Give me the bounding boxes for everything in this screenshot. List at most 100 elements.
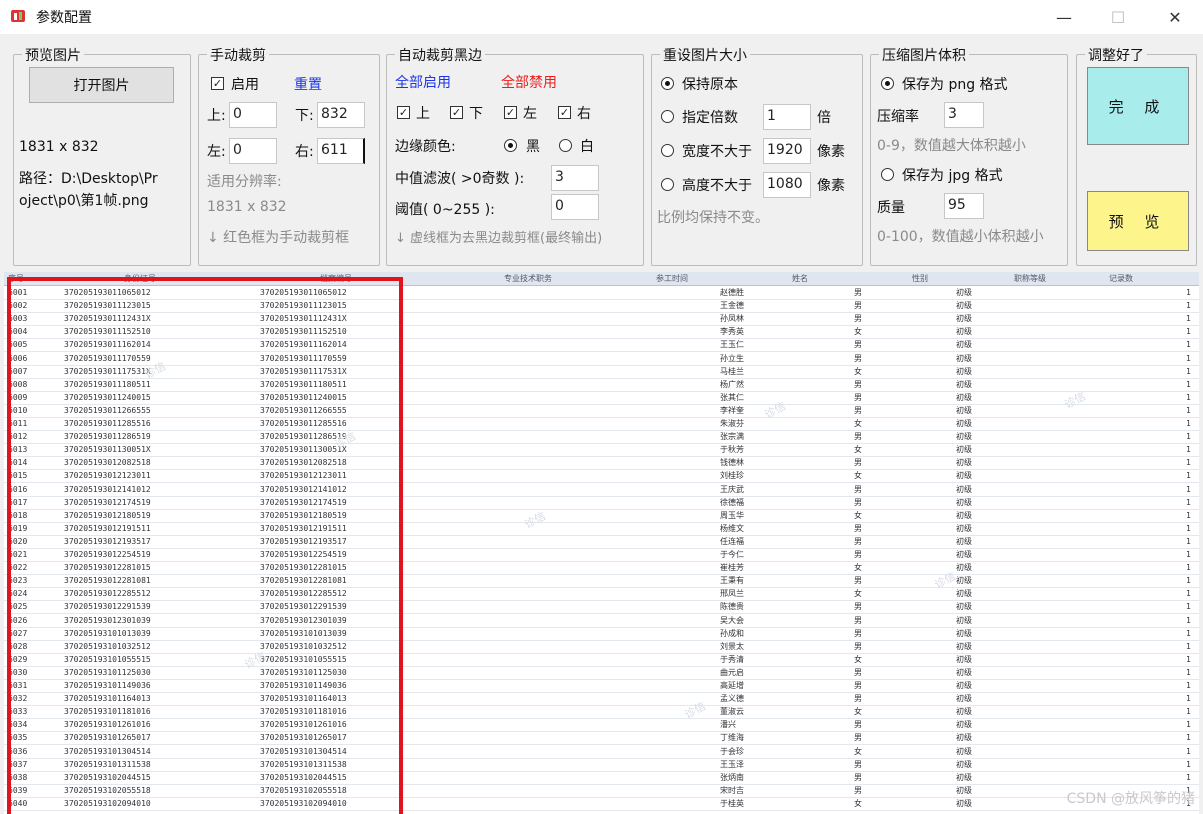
title-bar: 参数配置 — ☐ ✕ bbox=[0, 0, 1203, 34]
table-cell: 孙成和 bbox=[720, 628, 744, 638]
crop-right-input[interactable]: 611 bbox=[317, 138, 365, 164]
table-cell: 孙立生 bbox=[720, 353, 744, 363]
open-image-button[interactable]: 打开图片 bbox=[29, 67, 174, 103]
scale-input[interactable]: 1 bbox=[763, 104, 811, 130]
disable-all-link[interactable]: 全部禁用 bbox=[501, 72, 557, 92]
table-cell: 于今仁 bbox=[720, 550, 744, 559]
table-cell: 1 bbox=[1186, 550, 1191, 559]
max-height-radio[interactable] bbox=[661, 178, 674, 191]
table-cell: 1 bbox=[1186, 667, 1191, 677]
png-radio[interactable] bbox=[881, 77, 894, 90]
threshold-input[interactable]: 0 bbox=[551, 194, 599, 220]
edge-white-radio[interactable] bbox=[559, 139, 572, 152]
table-cell: 男 bbox=[854, 288, 862, 297]
max-width-label: 宽度不大于 bbox=[682, 144, 752, 160]
table-cell: 男 bbox=[854, 314, 862, 324]
table-cell: 王庆武 bbox=[720, 484, 744, 494]
image-path-line1: 路径：D:\Desktop\Pr bbox=[19, 171, 158, 187]
crop-top-input[interactable]: 0 bbox=[229, 102, 277, 128]
auto-crop-left-checkbox[interactable]: ✓ bbox=[504, 106, 517, 119]
table-cell: 男 bbox=[854, 484, 862, 494]
manual-crop-enable-checkbox[interactable]: ✓ bbox=[211, 77, 224, 90]
table-cell: 初级 bbox=[956, 759, 972, 769]
median-filter-input[interactable]: 3 bbox=[551, 165, 599, 191]
table-cell: 女 bbox=[854, 419, 862, 428]
scale-radio[interactable] bbox=[661, 110, 674, 123]
table-cell: 初级 bbox=[956, 301, 972, 311]
keep-original-radio[interactable] bbox=[661, 77, 674, 90]
resolution-label: 适用分辨率: bbox=[207, 174, 282, 190]
table-cell: 1 bbox=[1186, 602, 1191, 612]
close-button[interactable]: ✕ bbox=[1152, 0, 1198, 34]
enable-all-link[interactable]: 全部启用 bbox=[395, 72, 451, 92]
window-title: 参数配置 bbox=[36, 10, 92, 26]
preview-button[interactable]: 预 览 bbox=[1087, 191, 1189, 251]
table-cell: 初级 bbox=[956, 458, 972, 468]
table-cell: 1 bbox=[1186, 523, 1191, 533]
auto-crop-bottom-checkbox[interactable]: ✓ bbox=[450, 106, 463, 119]
manual-crop-hint: ↓ 红色框为手动裁剪框 bbox=[207, 230, 350, 246]
scale-unit: 倍 bbox=[817, 110, 831, 126]
table-cell: 初级 bbox=[956, 681, 972, 690]
table-cell: 初级 bbox=[956, 667, 972, 677]
table-cell: 女 bbox=[854, 563, 862, 573]
crop-bottom-input[interactable]: 832 bbox=[317, 102, 365, 128]
table-cell: 1 bbox=[1186, 340, 1191, 350]
max-width-radio[interactable] bbox=[661, 144, 674, 157]
table-cell: 男 bbox=[854, 301, 862, 311]
table-cell: 初级 bbox=[956, 353, 972, 363]
table-cell: 男 bbox=[854, 405, 862, 415]
table-cell: 周玉华 bbox=[720, 510, 744, 520]
table-cell: 男 bbox=[854, 785, 862, 795]
manual-crop-reset-link[interactable]: 重置 bbox=[294, 74, 322, 94]
auto-crop-left-label: 左 bbox=[523, 106, 537, 122]
table-cell: 女 bbox=[854, 471, 862, 481]
table-cell: 初级 bbox=[956, 366, 972, 376]
table-cell: 男 bbox=[854, 458, 862, 468]
table-cell: 初级 bbox=[956, 654, 972, 664]
auto-crop-right-checkbox[interactable]: ✓ bbox=[558, 106, 571, 119]
table-cell: 吴大会 bbox=[720, 615, 744, 625]
table-cell: 于桂英 bbox=[720, 798, 744, 808]
table-cell: 男 bbox=[854, 523, 862, 533]
width-unit: 像素 bbox=[817, 144, 845, 160]
table-cell: 1 bbox=[1186, 694, 1191, 704]
table-cell: 男 bbox=[854, 576, 862, 586]
quality-input[interactable]: 95 bbox=[944, 193, 984, 219]
table-cell: 初级 bbox=[956, 550, 972, 559]
table-cell: 初级 bbox=[956, 615, 972, 625]
table-cell: 初级 bbox=[956, 340, 972, 350]
edge-white-label: 白 bbox=[580, 139, 594, 155]
max-height-input[interactable]: 1080 bbox=[763, 172, 811, 198]
minimize-button[interactable]: — bbox=[1041, 0, 1087, 34]
table-cell: 1 bbox=[1186, 536, 1191, 546]
table-cell: 初级 bbox=[956, 536, 972, 546]
table-cell: 1 bbox=[1186, 484, 1191, 494]
compression-ratio-input[interactable]: 3 bbox=[944, 102, 984, 128]
crop-left-input[interactable]: 0 bbox=[229, 138, 277, 164]
table-cell: 初级 bbox=[956, 523, 972, 533]
maximize-button[interactable]: ☐ bbox=[1095, 0, 1141, 34]
table-cell: 1 bbox=[1186, 445, 1191, 455]
edge-black-radio[interactable] bbox=[504, 139, 517, 152]
crop-bottom-label: 下: bbox=[295, 108, 314, 124]
table-cell: 曲元启 bbox=[720, 667, 744, 677]
table-cell: 初级 bbox=[956, 314, 972, 324]
max-width-input[interactable]: 1920 bbox=[763, 138, 811, 164]
resize-group: 重设图片大小 保持原本 指定倍数 1 倍 宽度不大于 1920 像素 高度不大于… bbox=[651, 45, 863, 266]
preview-group: 预览图片 打开图片 1831 x 832 路径：D:\Desktop\Pr oj… bbox=[13, 45, 191, 266]
table-cell: 1 bbox=[1186, 405, 1191, 415]
auto-crop-group: 自动裁剪黑边 全部启用 全部禁用 ✓ 上 ✓ 下 ✓ 左 ✓ 右 边缘颜色: 黑… bbox=[386, 45, 644, 266]
auto-crop-legend: 自动裁剪黑边 bbox=[395, 45, 485, 65]
table-cell: 1 bbox=[1186, 314, 1191, 324]
table-cell: 初级 bbox=[956, 392, 972, 402]
crop-right-label: 右: bbox=[295, 144, 314, 160]
table-cell: 于秀清 bbox=[720, 654, 744, 664]
table-cell: 男 bbox=[854, 536, 862, 546]
threshold-label: 阈值( 0~255 ): bbox=[395, 202, 495, 218]
jpg-radio[interactable] bbox=[881, 168, 894, 181]
table-cell: 男 bbox=[854, 641, 862, 651]
done-button[interactable]: 完 成 bbox=[1087, 67, 1189, 145]
auto-crop-top-checkbox[interactable]: ✓ bbox=[397, 106, 410, 119]
table-cell: 女 bbox=[854, 510, 862, 520]
